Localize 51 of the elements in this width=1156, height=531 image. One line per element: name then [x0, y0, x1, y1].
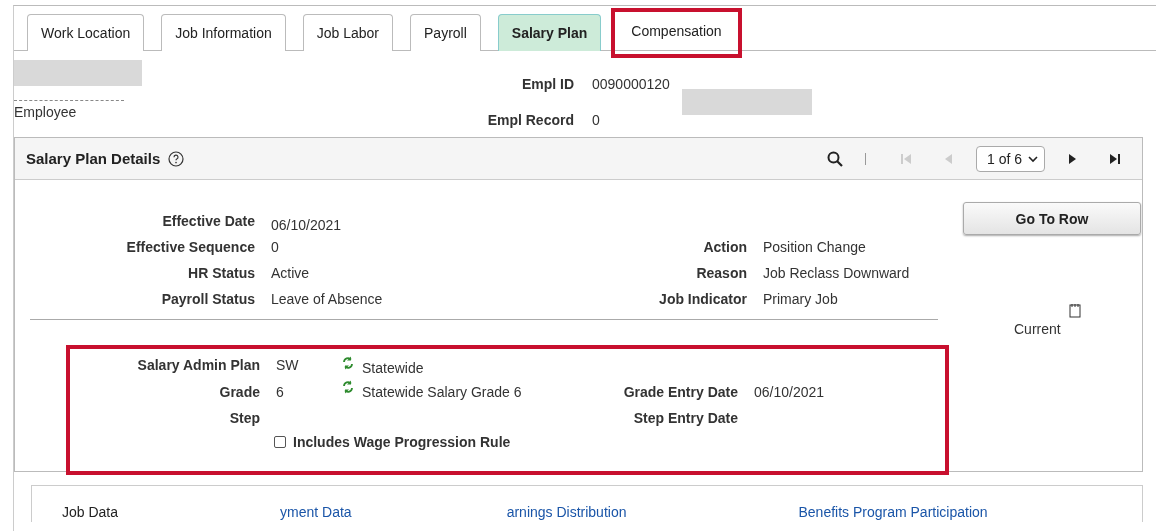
skip-icon[interactable] [1109, 152, 1121, 165]
field-label: Step Entry Date [632, 410, 738, 426]
field-value: 06/10/2021 [754, 383, 826, 400]
help-icon[interactable] [168, 150, 185, 167]
tab[interactable]: Payroll [410, 14, 481, 51]
link[interactable]: Job Data [62, 504, 119, 520]
field-label: Payroll Status [160, 291, 255, 307]
employee-label: Employee [14, 100, 124, 120]
field-label: Effective Date [161, 213, 255, 229]
field-label: Effective Sequence [125, 239, 255, 255]
description-value: Statewide [362, 360, 424, 376]
checkbox[interactable] [274, 436, 286, 448]
go-to-row-button[interactable]: Go To Row [963, 202, 1141, 235]
field-value: 06/10/2021 [271, 217, 343, 233]
field-value: 0 [271, 239, 280, 255]
description-value: Statewide Salary Grade 6 [362, 384, 522, 400]
checkbox-label: Includes Wage Progression Rule [293, 434, 511, 450]
field-label: Action [702, 239, 747, 255]
field-value: Job Reclass Downward [763, 265, 911, 281]
field-label: Grade Entry Date [622, 383, 738, 400]
link[interactable]: Benefits Program Participation [798, 504, 988, 520]
caret-icon [1028, 154, 1038, 163]
empl-id-label: Empl ID [520, 76, 574, 93]
field-value: Position Change [763, 239, 867, 255]
section-title: Salary Plan Details [26, 150, 161, 167]
tab[interactable]: Salary Plan [497, 14, 602, 51]
field-label: HR Status [187, 265, 255, 281]
empl-record-value: 0 [592, 111, 601, 128]
field-label: Salary Admin Plan [136, 357, 260, 373]
link[interactable]: yment Data [280, 504, 352, 520]
field-value: 6 [276, 383, 285, 400]
field-value: Primary Job [763, 291, 839, 307]
field-value: Leave of Absence [271, 291, 384, 307]
current-label: Current [1014, 321, 1061, 337]
tab[interactable]: Work Location [27, 14, 145, 51]
field-label: Job Indicator [658, 291, 747, 307]
field-label: Step [228, 410, 260, 426]
link[interactable]: arnings Distribution [506, 504, 627, 520]
refresh-icon[interactable] [342, 356, 354, 370]
empl-record-label: Empl Record [486, 111, 574, 128]
empl-id-value: 0090000120 [592, 76, 671, 93]
notepad-icon[interactable] [1068, 303, 1081, 318]
refresh-icon[interactable] [342, 380, 354, 394]
field-value: Active [271, 265, 311, 281]
field-value: SW [276, 357, 300, 373]
tab[interactable]: Job Labor [302, 14, 393, 51]
search-icon[interactable] [826, 150, 843, 167]
field-label: Grade [218, 383, 260, 400]
tab[interactable]: Job Information [161, 14, 286, 51]
field-label: Reason [695, 265, 747, 281]
row-counter-dropdown[interactable]: 1 of 6 [975, 145, 1045, 172]
